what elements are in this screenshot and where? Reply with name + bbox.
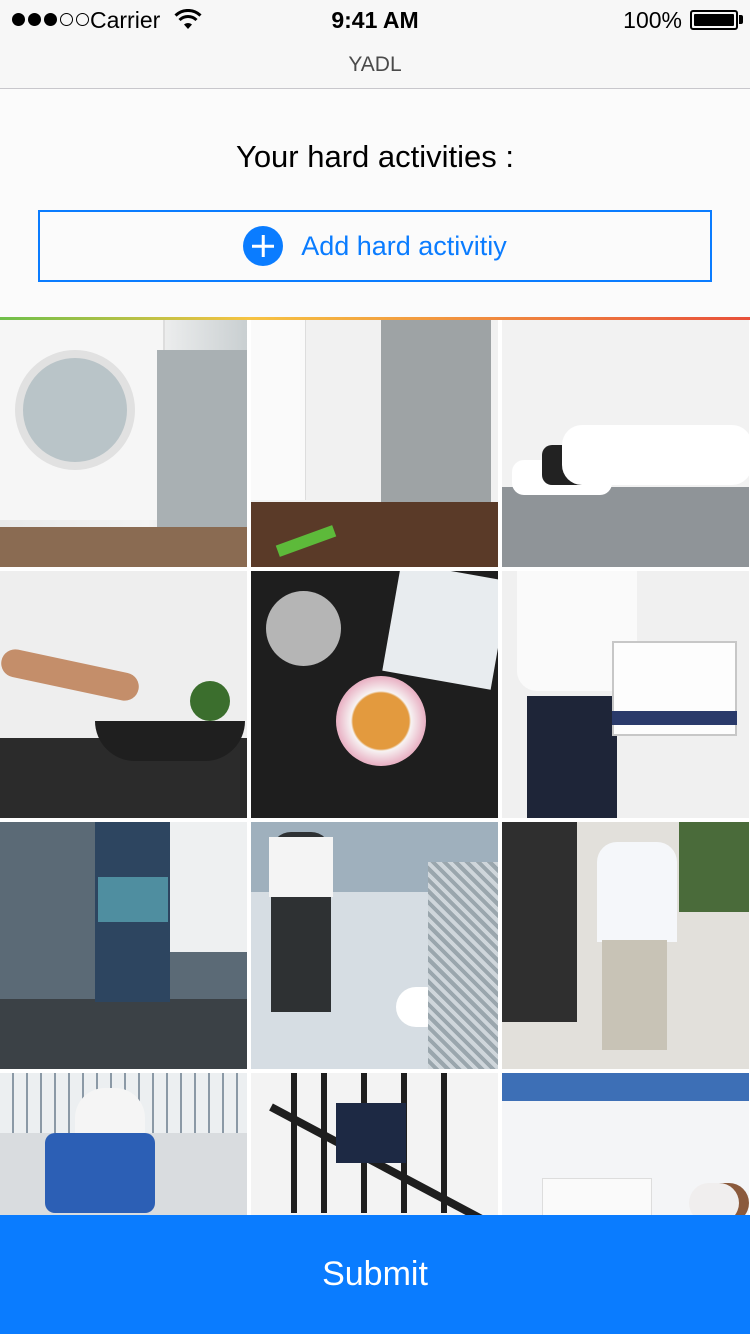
- activity-tile-tea[interactable]: [251, 571, 498, 818]
- activity-tile-carrying-box[interactable]: [502, 571, 749, 818]
- activity-tile-mopping[interactable]: [251, 320, 498, 567]
- activity-tile-stairs[interactable]: [251, 1073, 498, 1215]
- submit-button[interactable]: Submit: [0, 1215, 750, 1334]
- activity-tile-laundry[interactable]: [0, 320, 247, 567]
- add-hard-activity-label: Add hard activitiy: [301, 230, 507, 261]
- main-content: Your hard activities : Add hard activiti…: [0, 89, 750, 1334]
- nav-title: YADL: [348, 53, 402, 76]
- activity-tile-walking-dog[interactable]: [251, 822, 498, 1069]
- activity-tile-computer[interactable]: [502, 1073, 749, 1215]
- battery-icon: [690, 10, 738, 30]
- activity-tile-cooking[interactable]: [0, 571, 247, 818]
- activity-tile-cycling[interactable]: [0, 1073, 247, 1215]
- battery-percentage: 100%: [623, 7, 682, 33]
- activity-grid: [0, 320, 750, 1215]
- add-hard-activity-button[interactable]: Add hard activitiy: [38, 210, 712, 282]
- status-bar: Carrier 9:41 AM 100%: [0, 0, 750, 40]
- activity-tile-train-platform[interactable]: [0, 822, 247, 1069]
- plus-circle-icon: [243, 226, 284, 266]
- page-heading: Your hard activities :: [235, 139, 514, 174]
- navigation-bar: YADL: [0, 40, 750, 89]
- submit-label: Submit: [322, 1255, 428, 1293]
- activity-tile-walking-street[interactable]: [502, 822, 749, 1069]
- battery-cap: [739, 15, 743, 24]
- activity-tile-resting[interactable]: [502, 320, 749, 567]
